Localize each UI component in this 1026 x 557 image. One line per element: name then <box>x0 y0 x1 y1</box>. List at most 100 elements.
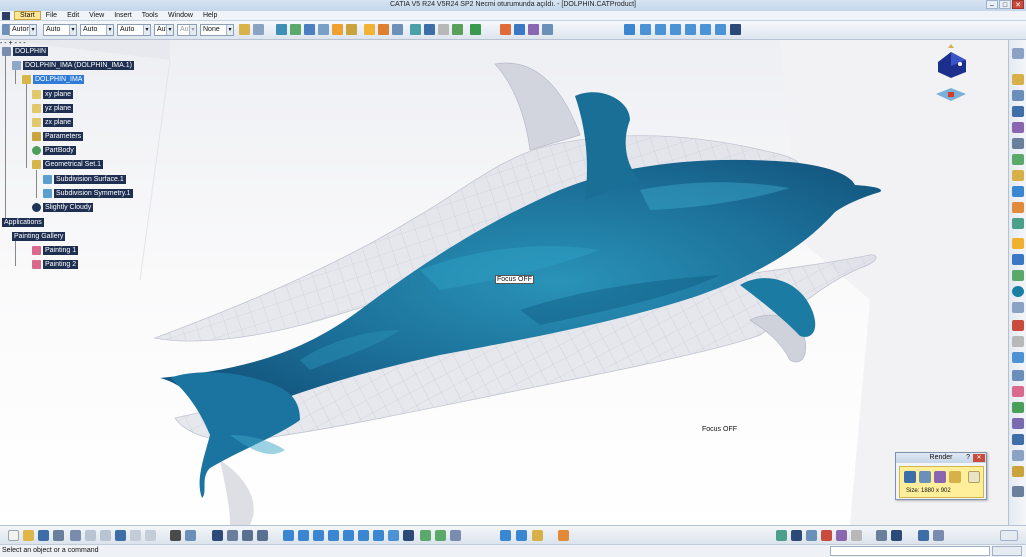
texture-icon[interactable] <box>410 24 421 35</box>
menu-start[interactable]: Start <box>14 11 41 20</box>
tools-icon[interactable] <box>933 530 944 541</box>
analysis-icon[interactable] <box>1012 450 1024 461</box>
3d-viewport[interactable]: DOLPHIN DOLPHIN_IMA (DOLPHIN_IMA.1) DOLP… <box>0 40 1008 525</box>
tree-node-part[interactable]: DOLPHIN_IMA <box>22 74 85 84</box>
formula-icon[interactable] <box>170 530 181 541</box>
view-front-icon[interactable] <box>640 24 651 35</box>
line-thickness-combo[interactable]: Auto ▾ <box>80 24 114 36</box>
tree-node-painting1[interactable]: Painting 1 <box>32 245 79 255</box>
quick-view-icon[interactable] <box>388 530 399 541</box>
tree-node-painting-gallery[interactable]: Painting Gallery <box>12 231 66 241</box>
tree-node-painting2[interactable]: Painting 2 <box>32 259 79 269</box>
open-icon[interactable] <box>23 530 34 541</box>
grid-icon[interactable] <box>1012 138 1024 149</box>
select-icon[interactable] <box>1012 48 1024 59</box>
undo-icon[interactable] <box>115 530 126 541</box>
tree-node-xy-plane[interactable]: xy plane <box>32 89 74 99</box>
hide-icon[interactable] <box>420 530 431 541</box>
hide-show-icon[interactable] <box>242 530 253 541</box>
edges-icon[interactable] <box>806 530 817 541</box>
tree-node-partbody[interactable]: PartBody <box>32 145 76 155</box>
texture-icon[interactable] <box>1012 336 1024 347</box>
line-icon[interactable] <box>1012 186 1024 197</box>
menu-help[interactable]: Help <box>198 12 222 19</box>
measure-item-icon[interactable] <box>516 530 527 541</box>
painter-icon[interactable] <box>239 24 250 35</box>
merge-icon[interactable] <box>378 24 389 35</box>
menu-edit[interactable]: Edit <box>62 12 84 19</box>
color-combo[interactable]: Autom. ▾ <box>9 24 37 36</box>
copy-icon[interactable] <box>85 530 96 541</box>
view-iso-icon[interactable] <box>624 24 635 35</box>
measure-inertia-icon[interactable] <box>532 530 543 541</box>
close-button[interactable]: ✕ <box>1012 0 1024 9</box>
shading-icon[interactable] <box>791 530 802 541</box>
tree-node-subdiv-symmetry[interactable]: Subdivision Symmetry.1 <box>43 188 133 198</box>
tree-node-root[interactable]: DOLPHIN <box>2 46 49 56</box>
render-help-button[interactable]: ? <box>966 453 970 463</box>
whats-this-icon[interactable] <box>145 530 156 541</box>
shooting-icon[interactable] <box>1012 352 1024 363</box>
subdivision-surface-icon[interactable] <box>276 24 287 35</box>
swap-space-icon[interactable] <box>435 530 446 541</box>
more-tools-icon[interactable] <box>1012 486 1024 497</box>
view-mode-icon[interactable] <box>403 530 414 541</box>
rotate-icon[interactable] <box>328 530 339 541</box>
box-icon[interactable] <box>1012 302 1024 313</box>
attract-icon[interactable] <box>392 24 403 35</box>
menu-insert[interactable]: Insert <box>109 12 137 19</box>
stroke-icon[interactable] <box>500 24 511 35</box>
material-apply-icon[interactable] <box>558 530 569 541</box>
plane-icon[interactable] <box>1012 202 1024 213</box>
options-icon[interactable] <box>1012 466 1024 477</box>
tree-node-environment[interactable]: Slightly Cloudy <box>32 202 94 212</box>
normal-view-icon[interactable] <box>373 530 384 541</box>
scene-icon[interactable] <box>1012 402 1024 413</box>
comment-icon[interactable] <box>185 530 196 541</box>
measure-icon[interactable] <box>1012 90 1024 101</box>
properties-icon[interactable] <box>253 24 264 35</box>
mapping-icon[interactable] <box>424 24 435 35</box>
render-turntable-icon[interactable] <box>949 471 961 483</box>
minimize-button[interactable]: – <box>986 0 998 9</box>
sculpt-icon[interactable] <box>528 24 539 35</box>
maximize-button[interactable]: □ <box>999 0 1011 9</box>
zoom-out-icon[interactable] <box>358 530 369 541</box>
view-left-icon[interactable] <box>670 24 681 35</box>
new-icon[interactable] <box>8 530 19 541</box>
rendering-style-icon[interactable] <box>776 530 787 541</box>
sketcher-icon[interactable] <box>918 530 929 541</box>
table-icon[interactable] <box>212 530 223 541</box>
menu-tools[interactable]: Tools <box>137 12 163 19</box>
catalog-icon[interactable] <box>1012 434 1024 445</box>
view-bottom-icon[interactable] <box>715 24 726 35</box>
perspective-icon[interactable] <box>891 530 902 541</box>
edit-mesh-icon[interactable] <box>304 24 315 35</box>
animation-icon[interactable] <box>1012 418 1024 429</box>
menu-window[interactable]: Window <box>163 12 198 19</box>
add-vertex-icon[interactable] <box>364 24 375 35</box>
paint-icon[interactable] <box>470 24 481 35</box>
distance-icon[interactable] <box>438 24 449 35</box>
ground-icon[interactable] <box>836 530 847 541</box>
face-extrusion-icon[interactable] <box>332 24 343 35</box>
fly-mode-icon[interactable] <box>283 530 294 541</box>
render-output-icon[interactable] <box>968 471 980 483</box>
measure-between-icon[interactable] <box>500 530 511 541</box>
tree-node-instance[interactable]: DOLPHIN_IMA (DOLPHIN_IMA.1) <box>12 60 134 70</box>
depth-effect-icon[interactable] <box>876 530 887 541</box>
surface-icon[interactable] <box>1012 106 1024 117</box>
stop-button[interactable] <box>992 546 1022 556</box>
render-shooting-icon[interactable] <box>904 471 916 483</box>
curve-icon[interactable] <box>1012 218 1024 229</box>
point-symbol-combo[interactable]: Aut ▾ <box>154 24 174 36</box>
render-quick-icon[interactable] <box>919 471 931 483</box>
linetype-combo[interactable]: Auto ▾ <box>117 24 151 36</box>
menu-view[interactable]: View <box>84 12 109 19</box>
swap-visible-icon[interactable] <box>257 530 268 541</box>
crease-icon[interactable] <box>318 24 329 35</box>
menu-file[interactable]: File <box>41 12 62 19</box>
tree-node-zx-plane[interactable]: zx plane <box>32 117 74 127</box>
symmetry-icon[interactable] <box>290 24 301 35</box>
layer-combo[interactable]: None ▾ <box>200 24 234 36</box>
